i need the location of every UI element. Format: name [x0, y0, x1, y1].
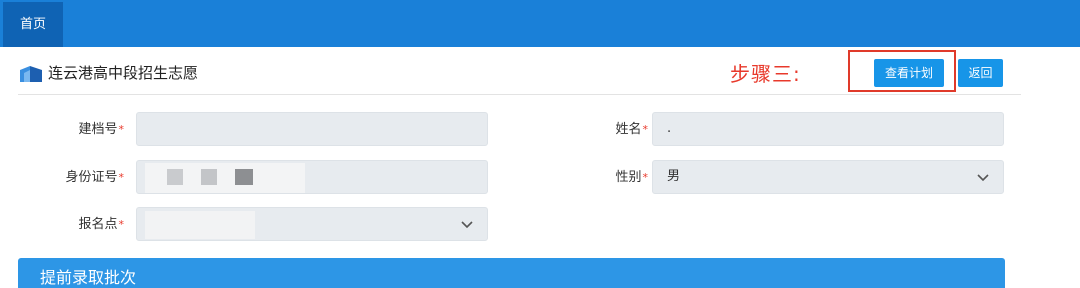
- name-field[interactable]: .: [652, 112, 1004, 146]
- back-button[interactable]: 返回: [958, 59, 1003, 87]
- blurred-value: [201, 169, 217, 185]
- gender-select[interactable]: 男: [652, 160, 1004, 194]
- gender-label: 性别*: [615, 170, 649, 185]
- header-divider: [18, 94, 1021, 95]
- name-value: .: [667, 121, 672, 136]
- page-title: 连云港高中段招生志愿: [48, 64, 199, 82]
- chevron-down-icon: [461, 221, 473, 229]
- required-mark: *: [118, 218, 125, 231]
- name-label: 姓名*: [615, 122, 649, 137]
- enroll-site-select[interactable]: [136, 207, 488, 241]
- file-no-label: 建档号*: [78, 122, 125, 137]
- id-card-field[interactable]: [136, 160, 488, 194]
- step-annotation: 步骤三:: [730, 62, 801, 86]
- gender-value: 男: [667, 169, 681, 184]
- section-title: 提前录取批次: [40, 268, 137, 287]
- book-logo-icon: [20, 66, 42, 82]
- id-card-label: 身份证号*: [65, 170, 125, 185]
- required-mark: *: [642, 123, 649, 136]
- blurred-value: [167, 169, 183, 185]
- required-mark: *: [118, 171, 125, 184]
- tab-home[interactable]: 首页: [3, 2, 63, 47]
- view-plan-button[interactable]: 查看计划: [874, 59, 944, 87]
- required-mark: *: [642, 171, 649, 184]
- file-no-field[interactable]: [136, 112, 488, 146]
- blurred-value: [145, 211, 255, 239]
- chevron-down-icon: [977, 174, 989, 182]
- top-nav-bar: 首页: [0, 0, 1080, 47]
- blurred-value: [235, 169, 253, 185]
- enroll-site-label: 报名点*: [78, 217, 125, 232]
- required-mark: *: [118, 123, 125, 136]
- section-header: 提前录取批次: [18, 258, 1005, 288]
